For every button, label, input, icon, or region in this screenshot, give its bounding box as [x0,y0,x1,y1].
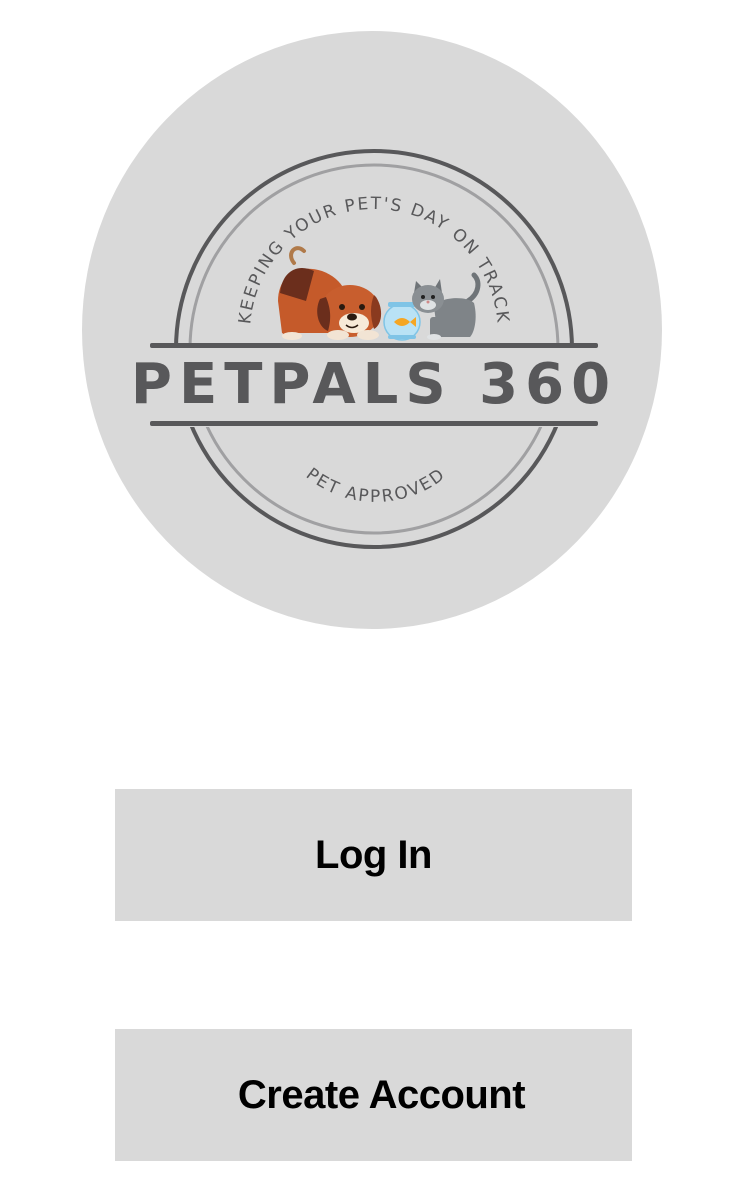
logo-brand-name: PETPALS 360 [131,352,617,417]
create-account-button[interactable]: Create Account [115,1029,632,1161]
login-button[interactable]: Log In [115,789,632,921]
logo-background [82,31,662,629]
login-button-label: Log In [315,832,432,877]
app-logo: KEEPING YOUR PET'S DAY ON TRACK PETPALS … [82,31,662,629]
create-account-button-label: Create Account [237,1072,526,1117]
